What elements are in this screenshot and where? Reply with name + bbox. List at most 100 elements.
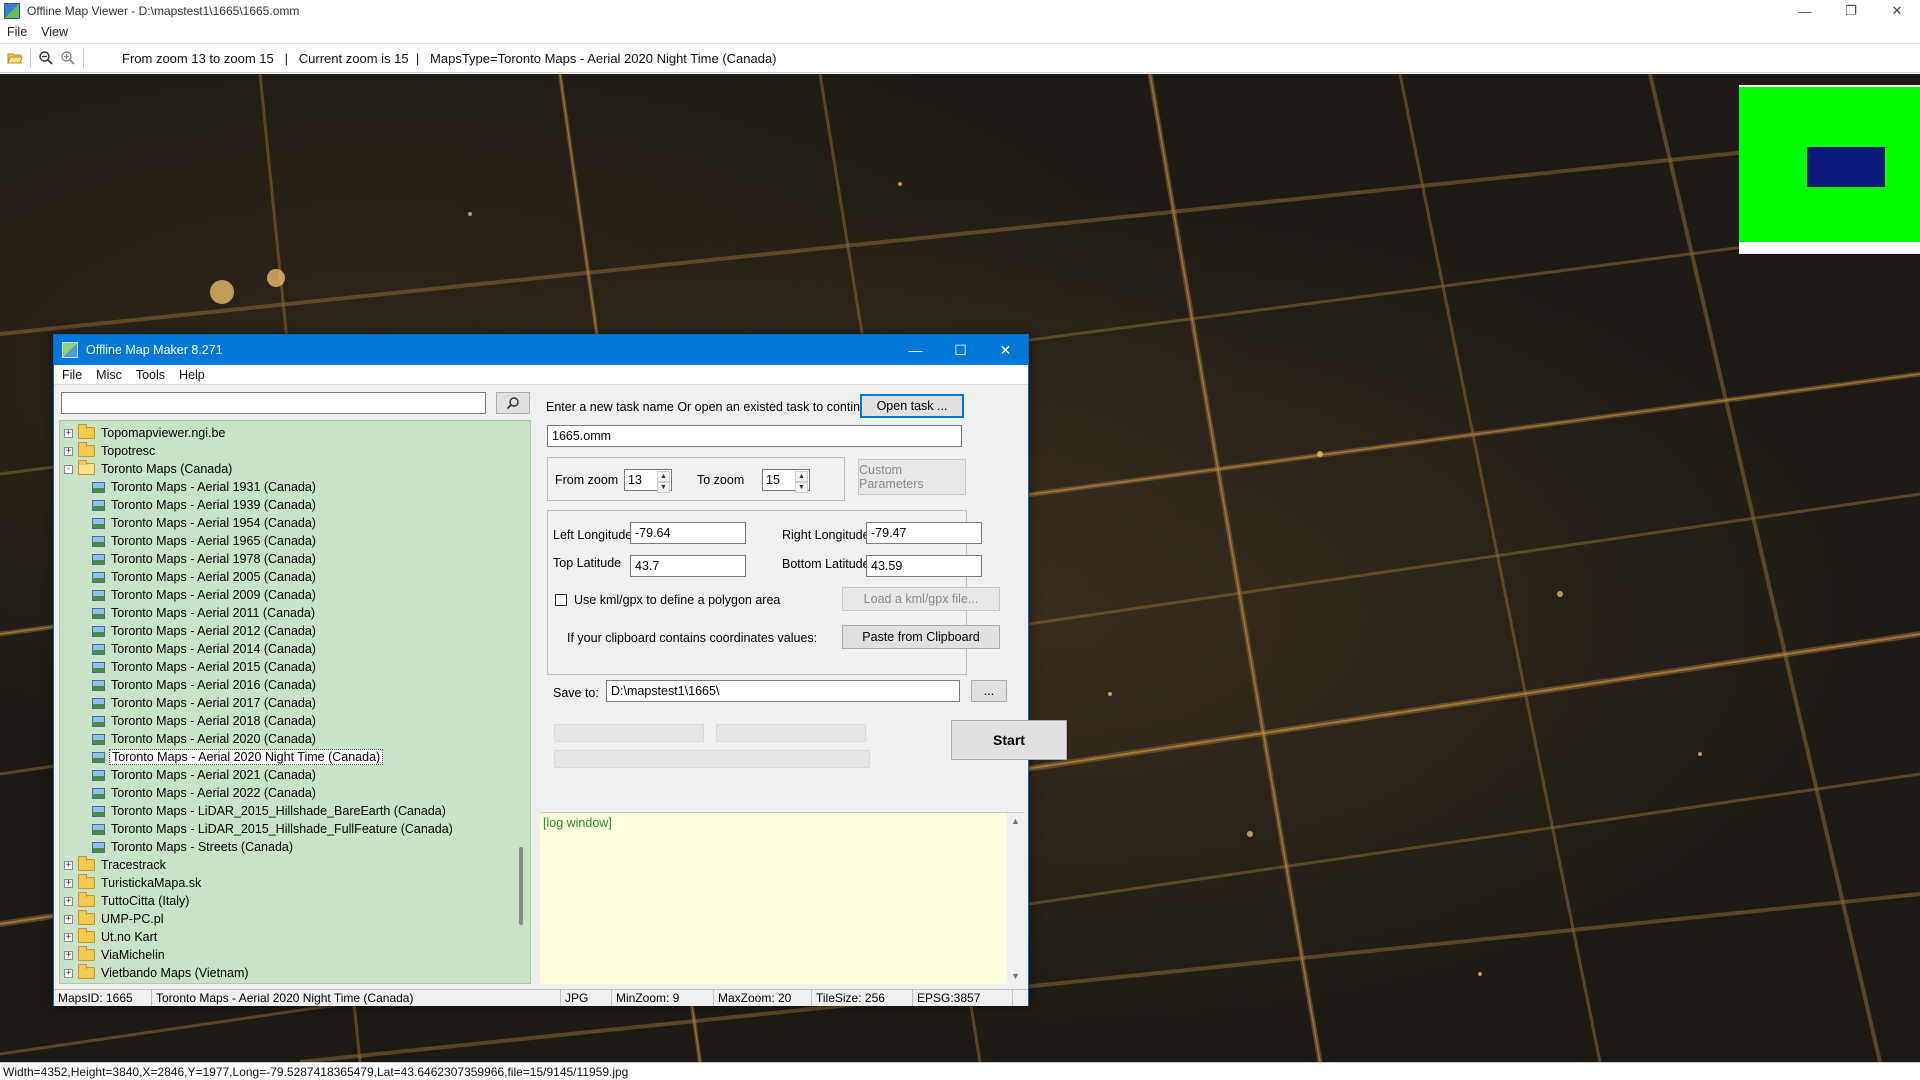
tree-folder[interactable]: + TuttoCitta (Italy) <box>60 892 191 910</box>
save-to-field[interactable]: D:\mapstest1\1665\ <box>606 680 960 702</box>
close-icon[interactable]: ✕ <box>1874 0 1920 22</box>
tree-map-item[interactable]: Toronto Maps - Aerial 1931 (Canada) <box>60 478 318 496</box>
log-window[interactable]: [log window] ▲ ▼ <box>540 812 1024 984</box>
scroll-down-icon[interactable]: ▼ <box>1007 971 1024 981</box>
tree-scroll-thumb[interactable] <box>519 847 523 925</box>
open-folder-icon[interactable] <box>4 47 26 69</box>
scroll-up-icon[interactable]: ▲ <box>1007 816 1024 826</box>
map-search-input[interactable] <box>61 392 486 414</box>
maker-menu-file[interactable]: File <box>56 368 88 382</box>
tree-map-item[interactable]: Toronto Maps - Aerial 2005 (Canada) <box>60 568 318 586</box>
expand-icon[interactable]: + <box>64 428 73 438</box>
expand-icon[interactable]: + <box>64 968 73 978</box>
minimize-icon[interactable]: — <box>1782 0 1828 22</box>
viewer-app-icon <box>4 3 20 19</box>
tree-map-item[interactable]: Toronto Maps - Aerial 2009 (Canada) <box>60 586 318 604</box>
expand-icon[interactable]: + <box>64 896 73 906</box>
tree-map-item[interactable]: Toronto Maps - Aerial 2017 (Canada) <box>60 694 318 712</box>
tree-folder[interactable]: + Tracestrack <box>60 856 168 874</box>
spin-up-icon[interactable]: ▲ <box>657 471 670 482</box>
left-longitude-field[interactable]: -79.64 <box>630 522 746 544</box>
custom-parameters-button[interactable]: Custom Parameters <box>858 459 966 495</box>
viewer-menu-file[interactable]: File <box>0 25 34 39</box>
open-task-button[interactable]: Open task ... <box>860 394 964 418</box>
tree-folder[interactable]: + Ut.no Kart <box>60 928 159 946</box>
tree-item-label: Toronto Maps - Aerial 1965 (Canada) <box>111 534 316 548</box>
tree-map-item[interactable]: Toronto Maps - Aerial 2015 (Canada) <box>60 658 318 676</box>
right-longitude-field[interactable]: -79.47 <box>866 522 982 544</box>
map-layer-icon <box>92 571 105 583</box>
tree-scrollbar[interactable] <box>513 421 530 983</box>
tree-map-item[interactable]: Toronto Maps - LiDAR_2015_Hillshade_Full… <box>60 820 455 838</box>
spin-down-icon[interactable]: ▼ <box>657 482 670 493</box>
tree-map-item[interactable]: Toronto Maps - Aerial 2021 (Canada) <box>60 766 318 784</box>
tree-map-item[interactable]: Toronto Maps - Aerial 2020 Night Time (C… <box>60 748 384 766</box>
tree-map-item[interactable]: Toronto Maps - Aerial 2012 (Canada) <box>60 622 318 640</box>
tree-map-item[interactable]: Toronto Maps - Aerial 2016 (Canada) <box>60 676 318 694</box>
task-name-field[interactable]: 1665.omm <box>547 425 962 447</box>
browse-folder-button[interactable]: ... <box>971 680 1007 702</box>
tree-map-item[interactable]: Toronto Maps - Aerial 2018 (Canada) <box>60 712 318 730</box>
expand-icon[interactable]: + <box>64 446 73 456</box>
tree-map-item[interactable]: Toronto Maps - Aerial 2022 (Canada) <box>60 784 318 802</box>
tree-map-item[interactable]: Toronto Maps - Aerial 1939 (Canada) <box>60 496 318 514</box>
tree-folder[interactable]: + ViaMichelin <box>60 946 167 964</box>
viewer-title: Offline Map Viewer - D:\mapstest1\1665\1… <box>27 4 300 18</box>
minimize-icon[interactable]: — <box>893 335 938 365</box>
tree-folder[interactable]: + Topomapviewer.ngi.be <box>60 424 227 442</box>
expand-icon[interactable]: + <box>64 932 73 942</box>
tree-map-item[interactable]: Toronto Maps - Aerial 1978 (Canada) <box>60 550 318 568</box>
expand-icon[interactable]: + <box>64 878 73 888</box>
to-zoom-spinner[interactable]: 15 ▲ ▼ <box>762 469 810 493</box>
maker-menu-help[interactable]: Help <box>173 368 211 382</box>
map-type-tree[interactable]: + Topomapviewer.ngi.be + Topotresc - Toronto … <box>59 420 531 984</box>
tree-item-label: Toronto Maps - Aerial 2009 (Canada) <box>111 588 316 602</box>
spin-up-icon[interactable]: ▲ <box>795 471 808 482</box>
maker-menu-misc[interactable]: Misc <box>90 368 128 382</box>
expand-icon[interactable]: + <box>64 914 73 924</box>
close-icon[interactable]: ✕ <box>983 335 1028 365</box>
map-layer-icon <box>92 535 105 547</box>
map-layer-icon <box>92 589 105 601</box>
from-zoom-label: From zoom <box>555 473 619 487</box>
zoom-in-icon[interactable] <box>57 47 79 69</box>
maximize-icon[interactable]: ☐ <box>938 335 983 365</box>
minimap-viewport-rect[interactable] <box>1807 147 1885 187</box>
tree-map-item[interactable]: Toronto Maps - Aerial 2020 (Canada) <box>60 730 318 748</box>
tree-map-item[interactable]: Toronto Maps - Streets (Canada) <box>60 838 295 856</box>
expand-icon[interactable]: + <box>64 950 73 960</box>
top-latitude-field[interactable]: 43.7 <box>630 555 746 577</box>
use-kml-checkbox[interactable] <box>555 594 567 606</box>
maker-menu-tools[interactable]: Tools <box>130 368 171 382</box>
collapse-icon[interactable]: - <box>64 464 73 474</box>
expand-icon[interactable]: + <box>64 860 73 870</box>
search-button[interactable] <box>496 392 530 414</box>
overview-minimap[interactable] <box>1739 85 1920 242</box>
tree-folder[interactable]: + Vietbando Maps (Vietnam) <box>60 964 251 982</box>
map-layer-icon <box>92 553 105 565</box>
tree-map-item[interactable]: Toronto Maps - Aerial 1954 (Canada) <box>60 514 318 532</box>
zoom-out-icon[interactable] <box>35 47 57 69</box>
maker-status-bar: MapsID: 1665 Toronto Maps - Aerial 2020 … <box>54 989 1028 1006</box>
tree-folder[interactable]: - Toronto Maps (Canada) <box>60 460 234 478</box>
from-zoom-spinner[interactable]: 13 ▲ ▼ <box>624 469 672 493</box>
tree-map-item[interactable]: Toronto Maps - Aerial 2014 (Canada) <box>60 640 318 658</box>
tree-folder[interactable]: + Topotresc <box>60 442 157 460</box>
tree-map-item[interactable]: Toronto Maps - Aerial 2011 (Canada) <box>60 604 317 622</box>
tree-map-item[interactable]: Toronto Maps - LiDAR_2015_Hillshade_Bare… <box>60 802 448 820</box>
tree-folder[interactable]: + UMP-PC.pl <box>60 910 166 928</box>
tree-folder[interactable]: + TuristickaMapa.sk <box>60 874 203 892</box>
task-prompt-label: Enter a new task name Or open an existed… <box>546 400 878 414</box>
log-scrollbar[interactable]: ▲ ▼ <box>1007 813 1024 984</box>
bottom-latitude-field[interactable]: 43.59 <box>866 555 982 577</box>
folder-icon <box>78 874 95 889</box>
start-button[interactable]: Start <box>951 720 1067 760</box>
restore-icon[interactable]: ❐ <box>1828 0 1874 22</box>
paste-from-clipboard-button[interactable]: Paste from Clipboard <box>842 625 1000 649</box>
spin-down-icon[interactable]: ▼ <box>795 482 808 493</box>
load-kml-button[interactable]: Load a kml/gpx file... <box>842 587 1000 611</box>
tree-map-item[interactable]: Toronto Maps - Aerial 1965 (Canada) <box>60 532 318 550</box>
tree-item-label: Toronto Maps - Aerial 2020 Night Time (C… <box>109 749 384 765</box>
top-latitude-label: Top Latitude <box>553 556 622 570</box>
viewer-menu-view[interactable]: View <box>34 25 75 39</box>
